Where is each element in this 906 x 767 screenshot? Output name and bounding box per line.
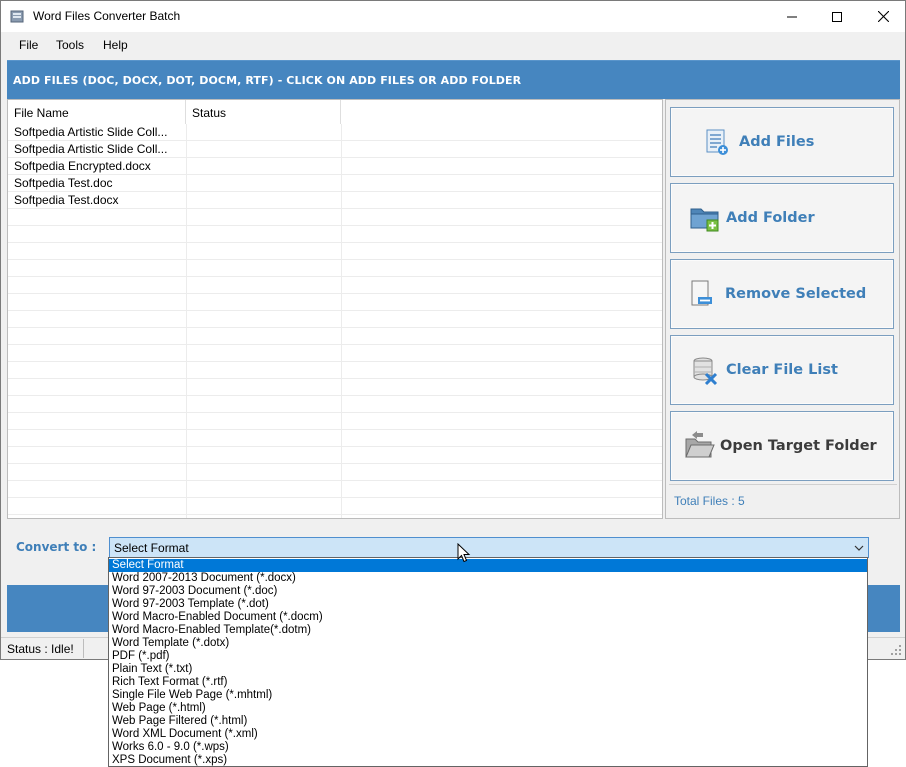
format-option[interactable]: Select Format [109, 559, 867, 572]
table-row[interactable] [8, 226, 662, 243]
table-row[interactable] [8, 447, 662, 464]
file-name-cell: Softpedia Test.docx [14, 193, 119, 207]
table-row[interactable] [8, 396, 662, 413]
table-row[interactable] [8, 362, 662, 379]
column-header-file-name[interactable]: File Name [8, 100, 186, 124]
menu-file[interactable]: File [19, 38, 38, 52]
table-row[interactable]: Softpedia Test.docx [8, 192, 662, 209]
table-row[interactable] [8, 277, 662, 294]
format-select[interactable]: Select Format [109, 537, 869, 558]
format-option[interactable]: Word Macro-Enabled Document (*.docm) [109, 611, 867, 624]
status-separator [83, 639, 84, 658]
format-option[interactable]: Rich Text Format (*.rtf) [109, 676, 867, 689]
close-button[interactable] [860, 1, 906, 32]
format-option[interactable]: Single File Web Page (*.mhtml) [109, 689, 867, 702]
table-row[interactable] [8, 345, 662, 362]
header-text: ADD FILES (DOC, DOCX, DOT, DOCM, RTF) - … [13, 74, 522, 87]
title-bar[interactable]: Word Files Converter Batch [1, 1, 905, 32]
table-row[interactable] [8, 328, 662, 345]
format-option[interactable]: Word Macro-Enabled Template(*.dotm) [109, 624, 867, 637]
add-files-header: ADD FILES (DOC, DOCX, DOT, DOCM, RTF) - … [7, 60, 900, 99]
convert-to-label: Convert to : [16, 540, 97, 554]
format-option[interactable]: Word XML Document (*.xml) [109, 728, 867, 741]
maximize-icon [832, 11, 842, 22]
file-name-cell: Softpedia Encrypted.docx [14, 159, 151, 173]
format-option[interactable]: Web Page (*.html) [109, 702, 867, 715]
add-folder-icon [690, 208, 719, 232]
menu-tools[interactable]: Tools [56, 38, 84, 52]
chevron-down-icon [854, 545, 864, 551]
table-row[interactable]: Softpedia Test.doc [8, 175, 662, 192]
clear-file-list-button[interactable]: Clear File List [670, 335, 894, 405]
format-option[interactable]: Word Template (*.dotx) [109, 637, 867, 650]
format-option[interactable]: Word 97-2003 Template (*.dot) [109, 598, 867, 611]
open-target-folder-label: Open Target Folder [720, 438, 877, 454]
table-row[interactable] [8, 464, 662, 481]
clear-list-icon [693, 357, 718, 386]
menu-bar: File Tools Help [1, 34, 905, 56]
close-icon [877, 11, 889, 22]
clear-file-list-label: Clear File List [726, 362, 838, 378]
format-option[interactable]: Word 2007-2013 Document (*.docx) [109, 572, 867, 585]
table-row[interactable] [8, 413, 662, 430]
table-row[interactable] [8, 430, 662, 447]
file-name-cell: Softpedia Artistic Slide Coll... [14, 125, 168, 139]
app-icon [10, 10, 24, 23]
table-row[interactable]: Softpedia Encrypted.docx [8, 158, 662, 175]
mouse-cursor-icon [457, 543, 471, 563]
minimize-icon [787, 16, 797, 17]
table-row[interactable] [8, 209, 662, 226]
add-files-label: Add Files [739, 134, 815, 150]
resize-grip-icon[interactable] [890, 644, 902, 656]
status-text: Status : Idle! [7, 642, 74, 656]
menu-help[interactable]: Help [103, 38, 128, 52]
file-name-cell: Softpedia Artistic Slide Coll... [14, 142, 168, 156]
format-option[interactable]: Web Page Filtered (*.html) [109, 715, 867, 728]
action-panel: Add Files Add Folder Remove Selected Cle… [665, 99, 900, 519]
total-files-count: Total Files : 5 [669, 484, 897, 516]
remove-selected-label: Remove Selected [725, 286, 867, 302]
format-select-value: Select Format [114, 541, 189, 555]
open-folder-icon [685, 431, 715, 458]
remove-file-icon [691, 280, 712, 306]
column-header-status[interactable]: Status [186, 100, 341, 124]
add-folder-label: Add Folder [726, 210, 815, 226]
format-dropdown-list[interactable]: Select Format Word 2007-2013 Document (*.… [108, 557, 868, 767]
format-option[interactable]: XPS Document (*.xps) [109, 754, 867, 767]
table-row[interactable] [8, 311, 662, 328]
format-option[interactable]: Works 6.0 - 9.0 (*.wps) [109, 741, 867, 754]
table-row[interactable]: Softpedia Artistic Slide Coll... [8, 124, 662, 141]
open-target-folder-button[interactable]: Open Target Folder [670, 411, 894, 481]
file-list[interactable]: File Name Status Softpedia Artistic Slid… [7, 99, 663, 519]
table-row[interactable] [8, 481, 662, 498]
add-folder-button[interactable]: Add Folder [670, 183, 894, 253]
table-row[interactable] [8, 260, 662, 277]
maximize-button[interactable] [814, 1, 860, 32]
add-files-icon [706, 129, 728, 155]
remove-selected-button[interactable]: Remove Selected [670, 259, 894, 329]
table-row[interactable] [8, 498, 662, 515]
table-row[interactable] [8, 379, 662, 396]
table-row[interactable]: Softpedia Artistic Slide Coll... [8, 141, 662, 158]
format-option[interactable]: Plain Text (*.txt) [109, 663, 867, 676]
file-name-cell: Softpedia Test.doc [14, 176, 113, 190]
format-option[interactable]: Word 97-2003 Document (*.doc) [109, 585, 867, 598]
window-title: Word Files Converter Batch [33, 9, 181, 23]
table-row[interactable] [8, 243, 662, 260]
format-option[interactable]: PDF (*.pdf) [109, 650, 867, 663]
table-row[interactable] [8, 294, 662, 311]
minimize-button[interactable] [769, 1, 815, 32]
add-files-button[interactable]: Add Files [670, 107, 894, 177]
